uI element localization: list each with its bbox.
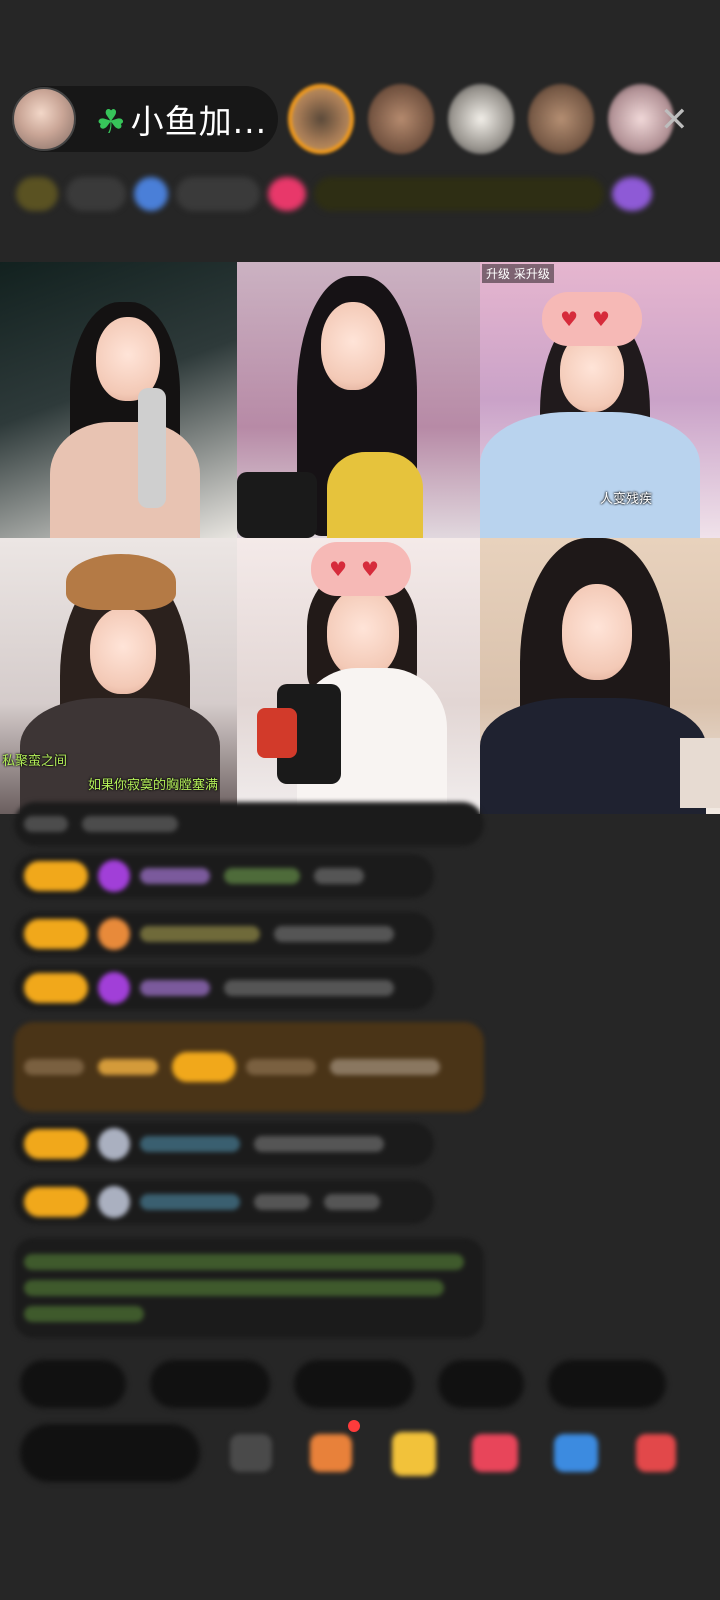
quick-reply-button[interactable] <box>438 1360 524 1408</box>
video-cell-4[interactable]: 私聚蛮之间 如果你寂寞的胸膛塞满 <box>0 538 237 814</box>
viewer-avatar[interactable] <box>448 84 514 154</box>
pig-sticker-icon: ♥♥ <box>311 542 411 596</box>
diamond-icon <box>98 860 130 892</box>
close-icon[interactable]: ✕ <box>660 100 689 140</box>
host-avatar[interactable] <box>12 87 76 151</box>
level-badge <box>24 1187 88 1217</box>
chat-message <box>14 966 434 1010</box>
system-notice-message <box>14 1238 484 1338</box>
badge-icon <box>98 918 130 950</box>
quick-reply-button[interactable] <box>548 1360 666 1408</box>
video-cell-3[interactable]: ♥♥ 升级 采升级 人变残疾 <box>480 262 720 538</box>
chat-message <box>14 1122 434 1166</box>
level-badge <box>172 1052 236 1082</box>
fans-label <box>176 177 260 211</box>
notification-dot <box>348 1420 360 1432</box>
room-info-bar <box>16 172 688 216</box>
follow-icon[interactable] <box>268 177 306 211</box>
user-avatar-icon <box>98 1186 130 1218</box>
fortune-god-sticker-icon <box>257 708 297 758</box>
level-badge <box>24 919 88 949</box>
notice-ticker <box>314 177 604 211</box>
quick-reply-button[interactable] <box>20 1360 126 1408</box>
quick-reply-row <box>20 1360 666 1408</box>
viewer-avatar-list <box>288 84 674 154</box>
quick-reply-button[interactable] <box>294 1360 414 1408</box>
chat-highlight-message <box>14 1022 484 1112</box>
video-cell-2[interactable] <box>237 262 480 538</box>
share-icon[interactable] <box>554 1434 598 1472</box>
video-caption-top: 私聚蛮之间 <box>2 754 68 769</box>
video-cell-1[interactable] <box>0 262 237 538</box>
host-info-pill[interactable]: ☘ 小鱼加... <box>12 86 278 152</box>
gift-icon[interactable] <box>472 1434 518 1472</box>
rank-badge[interactable] <box>16 177 58 211</box>
rank-label <box>66 177 126 211</box>
viewer-avatar[interactable] <box>368 84 434 154</box>
chat-message <box>14 1180 434 1224</box>
quick-reply-button[interactable] <box>150 1360 270 1408</box>
multi-guest-video-grid: ♥♥ 升级 采升级 人变残疾 私聚蛮之间 如果你寂寞的胸膛塞满 ♥♥ <box>0 262 720 814</box>
viewer-avatar[interactable] <box>528 84 594 154</box>
activity-icon[interactable] <box>612 177 652 211</box>
level-badge <box>24 861 88 891</box>
video-cell-6[interactable] <box>480 538 720 814</box>
thumbnail-overlay <box>680 738 720 808</box>
fans-icon <box>134 177 168 211</box>
treasure-icon[interactable] <box>392 1432 436 1476</box>
video-caption: 人变残疾 <box>600 492 653 507</box>
clover-icon: ☘ <box>96 102 127 141</box>
host-name: ☘ 小鱼加... <box>96 95 267 143</box>
video-cell-5[interactable]: ♥♥ <box>237 538 480 814</box>
host-name-text: 小鱼加... <box>130 102 268 141</box>
hat <box>66 554 176 610</box>
gift-box-icon[interactable] <box>310 1434 352 1472</box>
pig-sticker-icon: ♥♥ <box>542 292 642 346</box>
diamond-icon <box>98 972 130 1004</box>
level-badge <box>24 973 88 1003</box>
chat-message <box>14 912 434 956</box>
more-icon[interactable] <box>636 1434 676 1472</box>
viewer-avatar[interactable] <box>288 84 354 154</box>
user-avatar-icon <box>98 1128 130 1160</box>
chat-message <box>14 854 434 898</box>
emoji-icon[interactable] <box>230 1434 272 1472</box>
level-badge <box>24 1129 88 1159</box>
upgrade-tag: 升级 采升级 <box>482 264 554 283</box>
video-caption-bottom: 如果你寂寞的胸膛塞满 <box>88 778 219 793</box>
chat-input[interactable] <box>20 1424 200 1482</box>
chat-message <box>14 802 484 846</box>
